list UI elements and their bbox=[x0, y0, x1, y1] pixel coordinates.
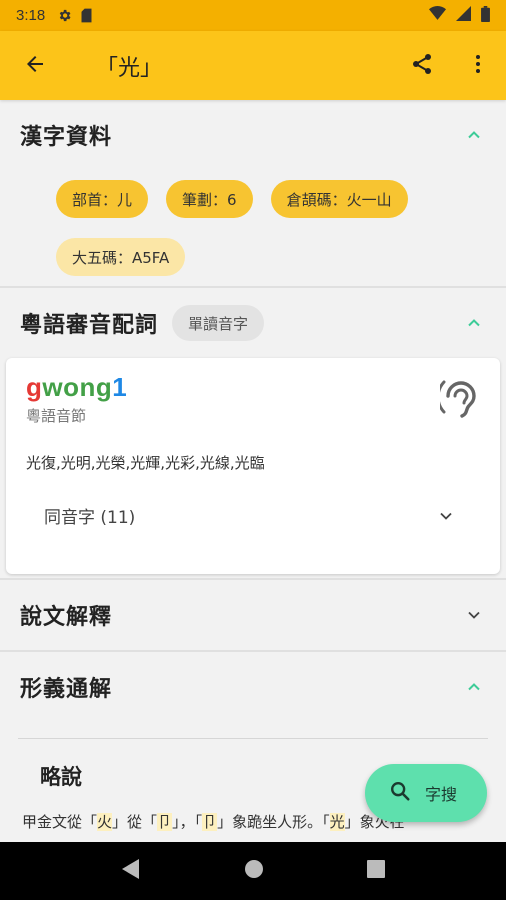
more-vert-icon bbox=[466, 52, 490, 80]
pronunciation-card: gwong1 粵語音節 光復,光明,光榮,光輝,光彩,光線,光臨 同音字 (11… bbox=[6, 358, 500, 574]
single-reading-tag: 單讀音字 bbox=[172, 305, 265, 341]
section-title: 粵語審音配詞 bbox=[20, 313, 159, 338]
share-button[interactable] bbox=[394, 31, 450, 100]
section-header-hanzi-info[interactable]: 漢字資料 bbox=[0, 100, 506, 170]
battery-icon bbox=[481, 5, 490, 26]
text-segment: 」，「 bbox=[172, 813, 203, 831]
share-icon bbox=[410, 52, 434, 80]
section-title: 漢字資料 bbox=[20, 125, 113, 150]
text-segment: 」從「 bbox=[112, 813, 158, 831]
app-bar: 「光」 bbox=[0, 31, 506, 100]
status-bar: 3:18 bbox=[0, 0, 506, 31]
highlighted-char[interactable]: 光 bbox=[329, 813, 345, 831]
nav-home-button[interactable] bbox=[244, 859, 264, 883]
app-screen: 3:18 「光」 漢字資料 部首：儿 筆劃：6 倉頡碼：火一山 大五碼：A5FA… bbox=[0, 0, 506, 900]
chip-strokes[interactable]: 筆劃：6 bbox=[166, 180, 253, 218]
highlighted-char[interactable]: 卩 bbox=[202, 813, 218, 831]
fab-label: 字搜 bbox=[425, 785, 458, 804]
chevron-up-icon[interactable] bbox=[462, 675, 486, 699]
system-nav-bar bbox=[0, 842, 506, 900]
highlighted-char[interactable]: 卩 bbox=[157, 813, 173, 831]
nav-recents-button[interactable] bbox=[366, 860, 385, 882]
settings-icon bbox=[57, 8, 72, 23]
search-icon bbox=[389, 780, 411, 806]
jyutping-initial: g bbox=[26, 372, 43, 402]
status-time: 3:18 bbox=[16, 7, 46, 24]
signal-icon bbox=[456, 6, 471, 25]
wifi-icon bbox=[429, 6, 446, 25]
section-title: 形義通解 bbox=[20, 677, 113, 702]
jyutping-caption: 粵語音節 bbox=[26, 407, 87, 425]
sd-card-icon bbox=[80, 8, 93, 23]
chevron-up-icon[interactable] bbox=[462, 123, 486, 147]
back-button[interactable] bbox=[0, 31, 70, 100]
chip-radical[interactable]: 部首：儿 bbox=[56, 180, 149, 218]
homophones-label: 同音字 (11) bbox=[44, 508, 136, 528]
chevron-down-icon[interactable] bbox=[462, 603, 486, 627]
jyutping-tone: 1 bbox=[112, 372, 128, 402]
jyutping: gwong1 bbox=[26, 372, 480, 403]
section-header-cantonese[interactable]: 粵語審音配詞 單讀音字 bbox=[0, 288, 506, 358]
text-segment: 甲金文從「 bbox=[22, 813, 98, 831]
chevron-down-icon[interactable] bbox=[434, 504, 458, 528]
section-header-xingyi[interactable]: 形義通解 bbox=[0, 652, 506, 722]
jyutping-final: wong bbox=[42, 372, 113, 402]
chip-big5[interactable]: 大五碼：A5FA bbox=[56, 238, 186, 276]
chip-cangjie[interactable]: 倉頡碼：火一山 bbox=[270, 180, 408, 218]
arrow-back-icon bbox=[23, 52, 47, 80]
text-segment: 」象跪坐人形。「 bbox=[217, 813, 330, 831]
content-scroll[interactable]: 漢字資料 部首：儿 筆劃：6 倉頡碼：火一山 大五碼：A5FA 粵語審音配詞 單… bbox=[0, 100, 506, 842]
section-title: 說文解釋 bbox=[20, 605, 113, 630]
info-chips: 部首：儿 筆劃：6 倉頡碼：火一山 大五碼：A5FA bbox=[0, 170, 470, 276]
example-words: 光復,光明,光榮,光輝,光彩,光線,光臨 bbox=[26, 454, 265, 472]
character-search-fab[interactable]: 字搜 bbox=[365, 764, 487, 822]
highlighted-char[interactable]: 火 bbox=[97, 813, 113, 831]
homophones-row[interactable]: 同音字 (11) bbox=[26, 503, 480, 528]
nav-back-button[interactable] bbox=[121, 858, 141, 884]
page-title: 「光」 bbox=[96, 55, 163, 81]
ear-icon[interactable] bbox=[436, 378, 478, 426]
chevron-up-icon[interactable] bbox=[462, 311, 486, 335]
section-header-shuowen[interactable]: 說文解釋 bbox=[0, 580, 506, 650]
more-options-button[interactable] bbox=[450, 31, 506, 100]
